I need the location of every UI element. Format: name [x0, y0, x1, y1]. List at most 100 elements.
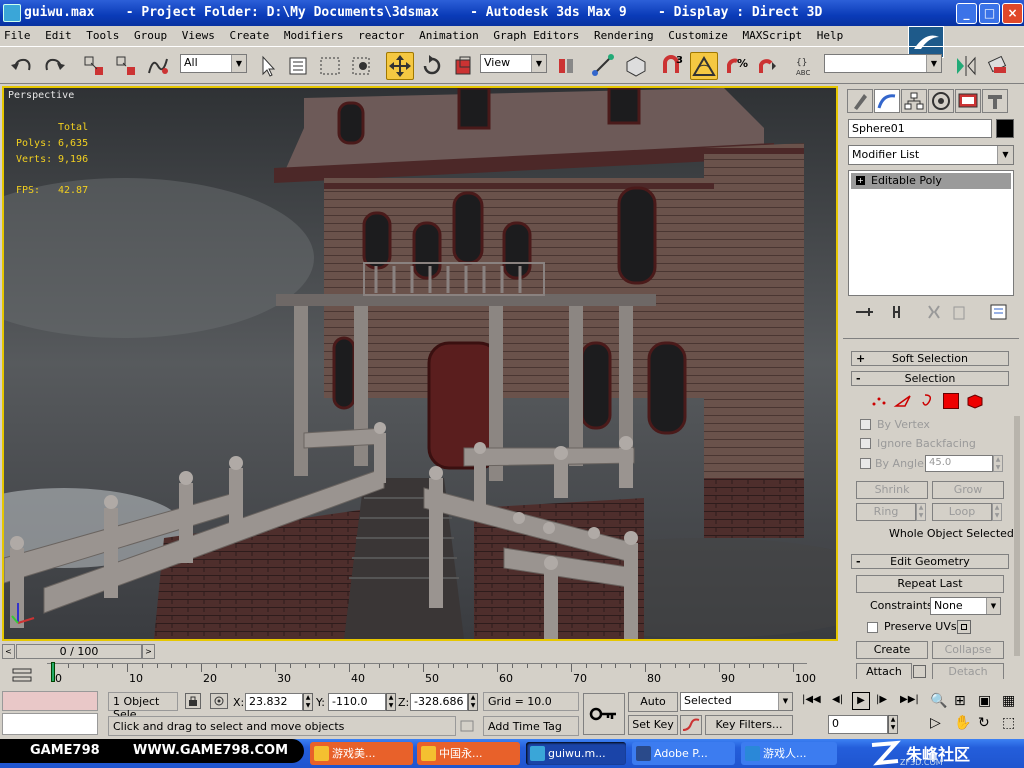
y-coord-field[interactable]: -110.0 — [328, 693, 386, 711]
track-bar[interactable]: 0 10 20 30 40 50 60 70 80 90 100 — [47, 662, 816, 687]
menu-modifiers[interactable]: Modifiers — [280, 26, 348, 42]
display-tab-icon[interactable] — [955, 89, 981, 113]
keyboard-shortcut-override-icon[interactable] — [622, 52, 650, 80]
by-angle-checkbox[interactable] — [860, 458, 871, 469]
reference-coordinate-dropdown[interactable]: View ▼ — [480, 54, 547, 73]
constraints-dropdown[interactable]: None ▼ — [930, 597, 1001, 615]
shrink-button[interactable]: Shrink — [856, 481, 928, 499]
by-vertex-checkbox[interactable] — [860, 419, 871, 430]
previous-frame-icon[interactable]: ◀| — [832, 694, 843, 705]
configure-modifier-sets-icon[interactable] — [988, 302, 1010, 322]
perspective-viewport[interactable]: Perspective Total Polys: 6,635 Verts: 9,… — [2, 86, 838, 641]
element-mode-icon[interactable] — [965, 392, 985, 410]
loop-button[interactable]: Loop — [932, 503, 992, 521]
select-object-icon[interactable] — [254, 52, 282, 80]
create-tab-icon[interactable] — [847, 89, 873, 113]
time-slider[interactable]: 0 / 100 — [16, 644, 142, 659]
menu-help[interactable]: Help — [813, 26, 848, 42]
select-and-link-icon[interactable] — [80, 52, 108, 80]
time-slider-marker[interactable] — [51, 662, 55, 682]
maximize-viewport-icon[interactable]: ⬚ — [1002, 715, 1015, 731]
maximize-button[interactable]: □ — [979, 3, 1000, 24]
ring-spinner[interactable]: ▲ ▼ — [916, 503, 926, 521]
make-unique-icon[interactable] — [923, 302, 945, 322]
edge-mode-icon[interactable] — [893, 392, 913, 410]
pan-icon[interactable]: ✋ — [954, 715, 971, 731]
select-by-name-icon[interactable] — [284, 52, 312, 80]
x-coord-spinner[interactable]: ▲ ▼ — [303, 693, 313, 711]
vertex-mode-icon[interactable] — [869, 392, 889, 410]
preserve-uvs-checkbox[interactable] — [867, 622, 878, 633]
select-and-manipulate-icon[interactable] — [590, 52, 618, 80]
arc-rotate-icon[interactable]: ↻ — [978, 715, 990, 731]
key-mode-dropdown[interactable]: Selected ▼ — [680, 692, 793, 711]
select-and-rotate-icon[interactable] — [418, 52, 446, 80]
attach-list-icon[interactable] — [913, 665, 926, 678]
align-icon[interactable] — [984, 52, 1012, 80]
named-selection-sets-dropdown[interactable]: ▼ — [824, 54, 942, 73]
next-frame-icon[interactable]: |▶ — [876, 694, 887, 705]
by-angle-spinner[interactable]: ▲ ▼ — [993, 455, 1003, 472]
menu-views[interactable]: Views — [178, 26, 219, 42]
stack-item-editable-poly[interactable]: + Editable Poly — [851, 173, 1011, 189]
collapse-button[interactable]: Collapse — [932, 641, 1004, 659]
field-of-view-icon[interactable]: ▷ — [930, 715, 941, 731]
y-coord-spinner[interactable]: ▲ ▼ — [386, 693, 396, 711]
bind-to-space-warp-icon[interactable] — [144, 52, 172, 80]
snaps-toggle-icon[interactable]: 3 — [658, 52, 686, 80]
edit-named-selection-icon[interactable]: {} ABC — [792, 52, 820, 80]
hierarchy-tab-icon[interactable] — [901, 89, 927, 113]
zoom-extents-icon[interactable]: ▣ — [978, 693, 991, 709]
menu-customize[interactable]: Customize — [664, 26, 732, 42]
viewport-label[interactable]: Perspective — [8, 90, 74, 101]
time-slider-next[interactable]: > — [142, 644, 155, 659]
percent-snap-icon[interactable]: % — [722, 52, 750, 80]
unlink-selection-icon[interactable] — [112, 52, 140, 80]
selection-rollout[interactable]: - Selection — [851, 371, 1009, 386]
by-angle-field[interactable]: 45.0 — [925, 455, 993, 472]
grow-button[interactable]: Grow — [932, 481, 1004, 499]
create-button[interactable]: Create — [856, 641, 928, 659]
redo-icon[interactable] — [40, 52, 68, 80]
menu-group[interactable]: Group — [130, 26, 171, 42]
add-time-tag[interactable]: Add Time Tag — [483, 716, 579, 736]
zoom-icon[interactable]: 🔍 — [930, 693, 947, 709]
polygon-mode-icon[interactable] — [943, 393, 959, 409]
app-icon[interactable] — [3, 4, 21, 22]
menu-create[interactable]: Create — [226, 26, 274, 42]
go-to-start-icon[interactable]: |◀◀ — [802, 694, 821, 705]
undo-icon[interactable] — [8, 52, 36, 80]
current-frame-field[interactable]: 0 — [828, 715, 888, 734]
selection-filter-dropdown[interactable]: All ▼ — [180, 54, 247, 73]
motion-tab-icon[interactable] — [928, 89, 954, 113]
expand-icon[interactable]: + — [856, 176, 865, 185]
taskbar-item-4[interactable]: Adobe P... — [632, 742, 735, 765]
absolute-mode-icon[interactable] — [210, 693, 228, 709]
show-end-result-icon[interactable] — [888, 302, 910, 322]
set-key-icon[interactable] — [583, 693, 625, 735]
pivot-center-icon[interactable] — [552, 52, 580, 80]
repeat-last-button[interactable]: Repeat Last — [856, 575, 1004, 593]
preserve-uvs-settings-icon[interactable] — [957, 620, 971, 634]
time-tag-icon[interactable] — [458, 718, 476, 734]
utilities-tab-icon[interactable] — [982, 89, 1008, 113]
menu-tools[interactable]: Tools — [82, 26, 123, 42]
menu-rendering[interactable]: Rendering — [590, 26, 658, 42]
go-to-end-icon[interactable]: ▶▶| — [900, 694, 919, 705]
menu-animation[interactable]: Animation — [415, 26, 483, 42]
modifier-list-dropdown[interactable]: Modifier List ▼ — [848, 145, 1014, 165]
play-icon[interactable]: ▶ — [852, 692, 870, 710]
close-button[interactable]: × — [1002, 3, 1023, 24]
maxscript-input[interactable] — [2, 713, 98, 735]
lock-selection-icon[interactable] — [185, 693, 201, 709]
select-and-move-icon[interactable] — [386, 52, 414, 80]
auto-key-button[interactable]: Auto Key — [628, 692, 678, 726]
taskbar-item-5[interactable]: 游戏人... — [741, 742, 837, 765]
taskbar-item-3[interactable]: guiwu.m... — [526, 742, 626, 765]
select-and-scale-icon[interactable] — [450, 52, 478, 80]
object-color-swatch[interactable] — [996, 119, 1014, 138]
detach-button[interactable]: Detach — [932, 663, 1004, 679]
minimize-button[interactable]: _ — [956, 3, 977, 24]
remove-modifier-icon[interactable] — [948, 302, 970, 322]
menu-maxscript[interactable]: MAXScript — [739, 26, 807, 42]
